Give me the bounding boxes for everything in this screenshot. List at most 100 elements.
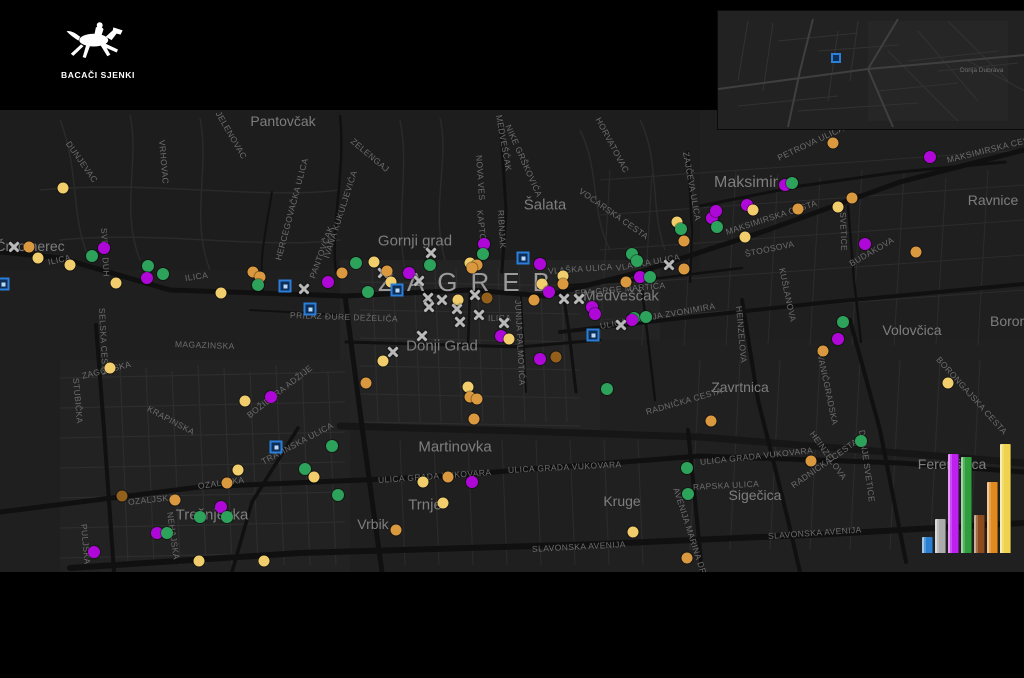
bakery-marker-yellow xyxy=(748,205,759,216)
chart-bar-magenta xyxy=(948,454,959,553)
bakery-marker-yellow xyxy=(233,465,244,476)
bakery-marker-yellow xyxy=(105,363,116,374)
gold-shop-marker-magenta xyxy=(859,238,871,250)
gold-shop-marker-magenta xyxy=(589,308,601,320)
bakery-marker-orange xyxy=(558,279,569,290)
gold-shop-marker-green xyxy=(711,221,723,233)
bakery-marker-yellow xyxy=(240,396,251,407)
bakery-marker-orange xyxy=(222,478,233,489)
gold-shop-marker-green xyxy=(644,271,656,283)
chart-bar-orange xyxy=(987,482,998,553)
street-label: RIBNJAK xyxy=(496,210,508,249)
chart-bar-green xyxy=(961,457,972,553)
horse-rider-logo xyxy=(64,16,132,66)
district-label: Gornji grad xyxy=(378,233,452,250)
bakery-marker-yellow xyxy=(33,253,44,264)
bakery-marker-yellow xyxy=(65,260,76,271)
closed-bookstore-marker xyxy=(454,316,467,329)
bakery-marker-orange xyxy=(24,242,35,253)
district-label: Maksimir xyxy=(714,174,778,192)
gold-shop-marker-green xyxy=(855,435,867,447)
closed-bookstore-marker xyxy=(473,309,486,322)
district-label: Ravnice xyxy=(968,192,1019,208)
closed-bookstore-marker xyxy=(436,294,449,307)
gold-shop-marker-green xyxy=(221,511,233,523)
bakery-marker-orange xyxy=(170,495,181,506)
bakery-marker-brown xyxy=(117,491,128,502)
closed-bookstore-marker xyxy=(425,247,438,260)
district-label: Borongaj xyxy=(990,313,1024,329)
bakery-marker-orange xyxy=(706,416,717,427)
chart-bar-gray xyxy=(935,519,946,553)
bakery-marker-orange xyxy=(793,204,804,215)
district-label: Pantovčak xyxy=(250,113,315,129)
closed-bookstore-marker xyxy=(423,301,436,314)
gold-shop-marker-magenta xyxy=(141,272,153,284)
closed-bookstore-marker xyxy=(469,289,482,302)
bakery-marker-orange xyxy=(911,247,922,258)
bakery-marker-orange xyxy=(847,193,858,204)
bakery-marker-yellow xyxy=(309,472,320,483)
closed-bookstore-marker xyxy=(451,303,464,316)
gold-shop-marker-green xyxy=(142,260,154,272)
gold-shop-marker-green xyxy=(350,257,362,269)
gold-shop-marker-green xyxy=(477,248,489,260)
bakery-marker-yellow xyxy=(833,202,844,213)
wall-newspaper-box-marker xyxy=(391,284,404,297)
district-label: Vrbik xyxy=(357,516,388,532)
gold-shop-marker-magenta xyxy=(626,314,638,326)
street-label: MAGAZINSKA xyxy=(175,339,235,351)
map-canvas: ZAGREBPantovčakGornji gradŠalataDonji Gr… xyxy=(0,110,1024,572)
wall-newspaper-box-marker xyxy=(517,252,530,265)
gold-shop-marker-green xyxy=(424,259,436,271)
gold-shop-marker-magenta xyxy=(534,258,546,270)
gold-shop-marker-green xyxy=(837,316,849,328)
bakery-marker-orange xyxy=(467,263,478,274)
bakery-marker-orange xyxy=(361,378,372,389)
gold-shop-marker-green xyxy=(786,177,798,189)
bakery-marker-yellow xyxy=(438,498,449,509)
bakery-marker-yellow xyxy=(259,556,270,567)
bakery-marker-yellow xyxy=(216,288,227,299)
inset-district-label: Donja Dubrava xyxy=(960,67,1003,74)
gold-shop-marker-green xyxy=(252,279,264,291)
bakery-marker-yellow xyxy=(111,278,122,289)
gold-shop-marker-green xyxy=(86,250,98,262)
bakery-marker-orange xyxy=(621,277,632,288)
bakery-marker-orange xyxy=(679,264,690,275)
gold-shop-marker-green xyxy=(640,311,652,323)
chart-bar-yellow xyxy=(1000,444,1011,553)
gold-shop-marker-green xyxy=(675,223,687,235)
inset-map: Donja Dubrava xyxy=(717,10,1024,130)
street-label: SVETICE xyxy=(838,212,849,251)
closed-bookstore-marker xyxy=(298,283,311,296)
poster: BACAČI SJENKI xyxy=(0,0,1024,678)
district-label: Kruge xyxy=(603,493,640,509)
inset-wall-newspaper-box-marker xyxy=(831,53,841,63)
bakery-marker-orange xyxy=(443,472,454,483)
gold-shop-marker-magenta xyxy=(88,546,100,558)
gold-shop-marker-green xyxy=(161,527,173,539)
bakery-marker-orange xyxy=(472,394,483,405)
bakery-marker-yellow xyxy=(943,378,954,389)
bakery-marker-yellow xyxy=(58,183,69,194)
closed-bookstore-marker xyxy=(498,317,511,330)
bakery-marker-orange xyxy=(529,295,540,306)
closed-bookstore-marker xyxy=(615,319,628,332)
bakery-marker-brown xyxy=(482,293,493,304)
org-name: BACAČI SJENKI xyxy=(56,70,140,80)
gold-shop-marker-magenta xyxy=(924,151,936,163)
gold-shop-marker-green xyxy=(332,489,344,501)
district-label: Volovčica xyxy=(882,322,941,338)
district-label: Trešnjevka xyxy=(176,507,249,524)
bakery-marker-orange xyxy=(382,266,393,277)
district-label: Šalata xyxy=(524,197,567,214)
bakery-marker-yellow xyxy=(628,527,639,538)
legend-band: lanci pekarnica lanci otkupljivaonica zl… xyxy=(0,572,1024,678)
gold-shop-marker-magenta xyxy=(543,286,555,298)
gold-shop-marker-green xyxy=(681,462,693,474)
bakery-marker-orange xyxy=(818,346,829,357)
bakery-marker-yellow xyxy=(378,356,389,367)
gold-shop-marker-green xyxy=(362,286,374,298)
bakery-marker-yellow xyxy=(194,556,205,567)
